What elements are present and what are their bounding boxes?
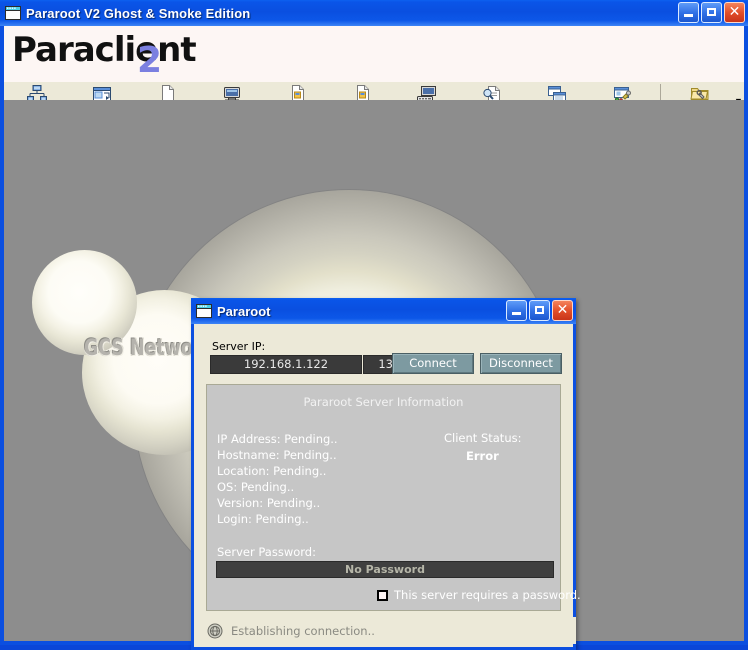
server-information-heading: Pararoot Server Information — [207, 395, 560, 409]
brand-version: 2 — [137, 40, 162, 81]
client-status-value: Error — [466, 449, 521, 463]
window-titlebar[interactable]: Pararoot V2 Ghost & Smoke Edition ✕ — [0, 0, 748, 26]
window-controls: ✕ — [678, 2, 745, 23]
server-ip-label: Server IP: — [212, 340, 265, 353]
close-button[interactable]: ✕ — [724, 2, 745, 23]
server-password-input[interactable]: No Password — [216, 561, 554, 578]
client-status-label: Client Status: — [444, 431, 521, 445]
dialog-body: Server IP: 192.168.1.122 1338 Connect Di… — [194, 324, 573, 647]
pararoot-dialog: Pararoot ✕ Server IP: 192.168.1.122 1338 — [191, 298, 576, 650]
requires-password-row[interactable]: This server requires a password. — [377, 588, 581, 602]
info-line-location: Location: Pending.. — [217, 463, 338, 479]
info-line-hostname: Hostname: Pending.. — [217, 447, 338, 463]
server-ip-input[interactable]: 192.168.1.122 — [210, 355, 362, 374]
window-app-icon — [5, 6, 21, 20]
brand-banner: Paraclient 2 — [4, 26, 744, 82]
maximize-button[interactable] — [701, 2, 722, 23]
minimize-button[interactable] — [506, 300, 527, 321]
requires-password-label: This server requires a password. — [394, 588, 581, 602]
close-button[interactable]: ✕ — [552, 300, 573, 321]
brand-name: Paraclient — [12, 30, 196, 70]
main-window: Pararoot V2 Ghost & Smoke Edition ✕ Para… — [0, 0, 748, 645]
info-line-login: Login: Pending.. — [217, 511, 338, 527]
minimize-button[interactable] — [678, 2, 699, 23]
info-line-version: Version: Pending.. — [217, 495, 338, 511]
client-area: Paraclient 2 — [4, 26, 744, 641]
server-information-panel: Pararoot Server Information IP Address: … — [206, 384, 561, 611]
window-app-icon — [196, 304, 212, 318]
disconnect-button[interactable]: Disconnect — [480, 353, 562, 374]
server-information-list: IP Address: Pending.. Hostname: Pending.… — [217, 431, 338, 527]
maximize-button[interactable] — [529, 300, 550, 321]
dialog-window-controls: ✕ — [506, 300, 573, 321]
info-line-ip-address: IP Address: Pending.. — [217, 431, 338, 447]
globe-status-icon — [207, 623, 223, 639]
server-password-label: Server Password: — [217, 545, 316, 559]
requires-password-checkbox[interactable] — [377, 590, 388, 601]
dialog-statusbar: Establishing connection.. — [197, 617, 576, 644]
dialog-titlebar[interactable]: Pararoot ✕ — [191, 298, 576, 324]
window-title: Pararoot V2 Ghost & Smoke Edition — [26, 6, 250, 21]
info-line-os: OS: Pending.. — [217, 479, 338, 495]
dialog-title: Pararoot — [217, 304, 270, 319]
client-status-block: Client Status: Error — [444, 431, 521, 463]
dialog-status-text: Establishing connection.. — [231, 624, 375, 638]
connect-button[interactable]: Connect — [392, 353, 474, 374]
